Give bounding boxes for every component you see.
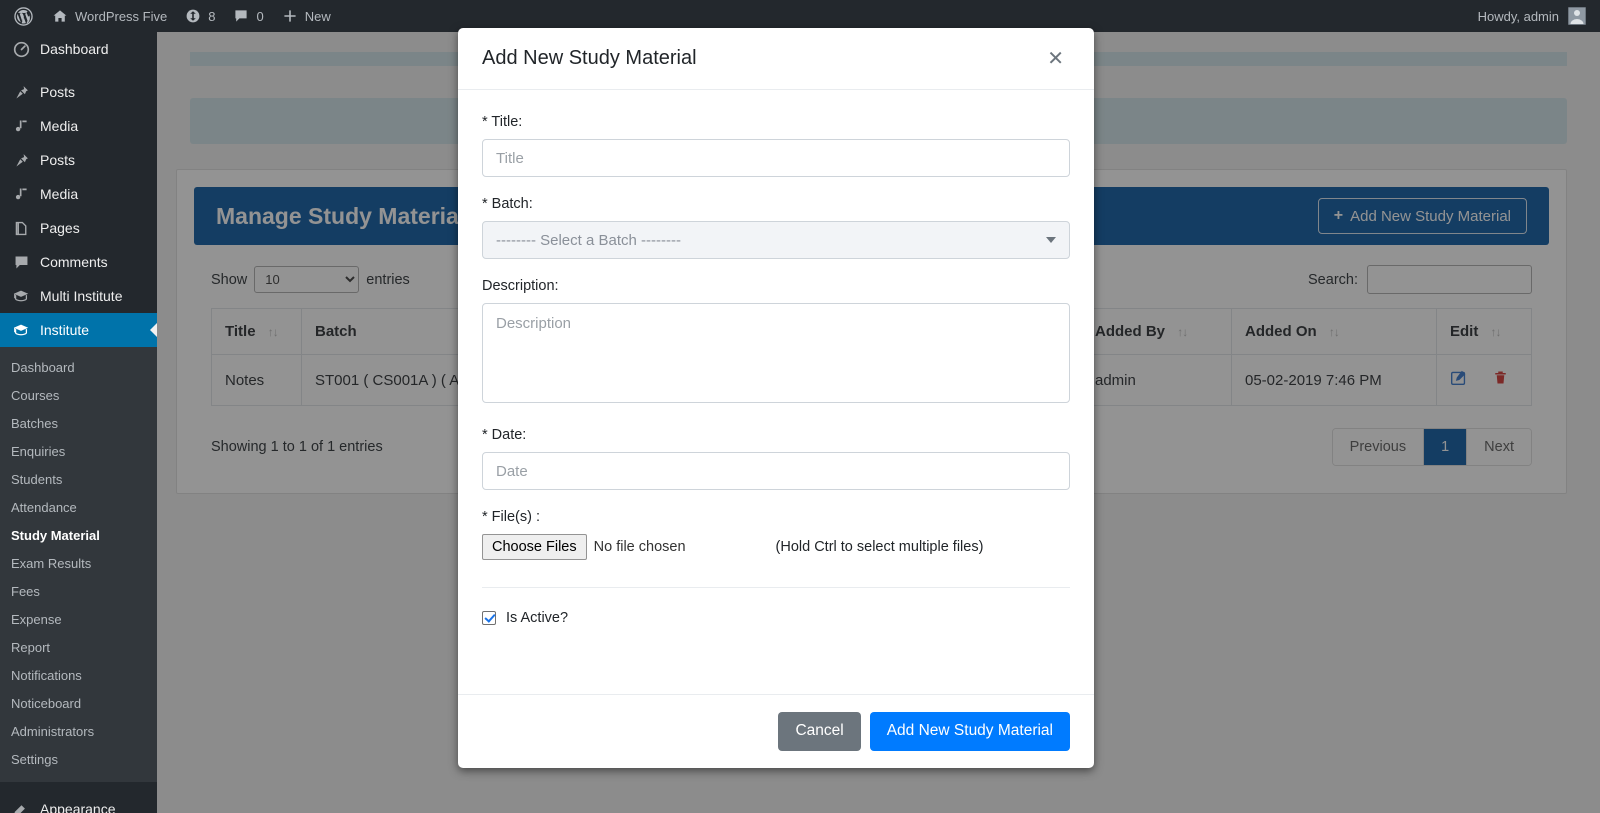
sidebar-item-courses[interactable]: Courses: [0, 382, 157, 410]
sidebar-item-settings[interactable]: Settings: [0, 746, 157, 774]
modal-footer: Cancel Add New Study Material: [458, 694, 1094, 768]
sidebar-item-notifications[interactable]: Notifications: [0, 662, 157, 690]
modal-body: * Title: * Batch: -------- Select a Batc…: [458, 90, 1094, 694]
sidebar-item-study-material[interactable]: Study Material: [0, 522, 157, 550]
files-hint: (Hold Ctrl to select multiple files): [775, 539, 984, 555]
batch-selected-value: -------- Select a Batch --------: [496, 231, 681, 249]
sidebar-item-posts[interactable]: Posts: [0, 75, 157, 109]
wordpress-logo-button[interactable]: [0, 0, 43, 32]
field-group-files: * File(s) : Choose Files No file chosen …: [482, 509, 1070, 560]
batch-label: * Batch:: [482, 196, 533, 212]
sidebar-item-label: Media: [40, 118, 79, 134]
sidebar-item-label: Dashboard: [40, 41, 109, 57]
sidebar-item-label: Institute: [40, 322, 90, 338]
comments-count: 0: [256, 8, 264, 24]
field-group-batch: * Batch: -------- Select a Batch -------…: [482, 196, 1070, 259]
site-name-label: WordPress Five: [75, 8, 168, 24]
sidebar-item-label: Multi Institute: [40, 288, 123, 304]
account-menu-button[interactable]: Howdy, admin: [1469, 0, 1600, 32]
current-menu-arrow-icon: [150, 322, 157, 338]
files-label: * File(s) :: [482, 509, 540, 525]
file-input-row: Choose Files No file chosen (Hold Ctrl t…: [482, 534, 1070, 560]
sidebar-item-report[interactable]: Report: [0, 634, 157, 662]
sidebar-item-fees[interactable]: Fees: [0, 578, 157, 606]
sidebar-item-attendance[interactable]: Attendance: [0, 494, 157, 522]
sidebar-item-appearance[interactable]: Appearance: [0, 792, 157, 813]
new-content-label: New: [304, 8, 331, 24]
field-group-date: * Date:: [482, 427, 1070, 490]
sidebar-item-label: Media: [40, 186, 79, 202]
sidebar-item-pages[interactable]: Pages: [0, 211, 157, 245]
comment-bubble-icon: [233, 8, 249, 24]
sidebar-item-dashboard[interactable]: Dashboard: [0, 32, 157, 66]
sidebar-item-label: Pages: [40, 220, 80, 236]
sidebar-item-dashboard-sub[interactable]: Dashboard: [0, 354, 157, 382]
sidebar-item-label: Posts: [40, 84, 76, 100]
sidebar-item-comments[interactable]: Comments: [0, 245, 157, 279]
updates-icon: [185, 8, 201, 24]
close-x-icon[interactable]: ✕: [1041, 45, 1070, 73]
pin-icon: [11, 152, 31, 169]
pages-icon: [11, 220, 31, 237]
howdy-label: Howdy, admin: [1477, 8, 1559, 24]
wordpress-icon: [14, 6, 33, 26]
choose-files-button[interactable]: Choose Files: [482, 534, 587, 560]
sidebar-item-batches[interactable]: Batches: [0, 410, 157, 438]
title-input[interactable]: [482, 139, 1070, 177]
add-study-material-modal: Add New Study Material ✕ * Title: * Batc…: [458, 28, 1094, 768]
field-group-title: * Title:: [482, 114, 1070, 177]
date-input[interactable]: [482, 452, 1070, 490]
is-active-row: Is Active?: [482, 610, 1070, 626]
is-active-label: Is Active?: [506, 610, 569, 626]
file-chosen-status: No file chosen: [593, 539, 686, 555]
admin-sidebar: Dashboard Posts Media Posts Media Pages: [0, 32, 157, 813]
graduation-cap-icon: [11, 321, 31, 339]
modal-title: Add New Study Material: [482, 47, 697, 69]
comments-button[interactable]: 0: [224, 0, 272, 32]
dashboard-icon: [11, 41, 31, 58]
sidebar-divider: [0, 66, 157, 75]
batch-select[interactable]: -------- Select a Batch --------: [482, 221, 1070, 259]
sidebar-item-exam-results[interactable]: Exam Results: [0, 550, 157, 578]
sidebar-item-administrators[interactable]: Administrators: [0, 718, 157, 746]
media-icon: [11, 186, 31, 203]
comment-bubble-icon: [11, 254, 31, 271]
sidebar-item-noticeboard[interactable]: Noticeboard: [0, 690, 157, 718]
sidebar-item-institute[interactable]: Institute: [0, 313, 157, 347]
submit-add-study-material-button[interactable]: Add New Study Material: [869, 712, 1070, 751]
updates-count: 8: [208, 8, 216, 24]
date-label: * Date:: [482, 427, 527, 443]
description-label: Description:: [482, 278, 559, 294]
sidebar-item-students[interactable]: Students: [0, 466, 157, 494]
sidebar-item-multi-institute[interactable]: Multi Institute: [0, 279, 157, 313]
sidebar-item-posts-2[interactable]: Posts: [0, 143, 157, 177]
modal-divider: [482, 587, 1070, 588]
home-icon: [52, 8, 68, 24]
sidebar-item-media[interactable]: Media: [0, 109, 157, 143]
plus-icon: [282, 8, 298, 24]
description-textarea[interactable]: [482, 303, 1070, 403]
institute-submenu: Dashboard Courses Batches Enquiries Stud…: [0, 347, 157, 782]
is-active-checkbox[interactable]: [482, 611, 496, 625]
sidebar-item-media-2[interactable]: Media: [0, 177, 157, 211]
field-group-description: Description:: [482, 278, 1070, 408]
sidebar-item-expense[interactable]: Expense: [0, 606, 157, 634]
updates-button[interactable]: 8: [176, 0, 224, 32]
sidebar-item-enquiries[interactable]: Enquiries: [0, 438, 157, 466]
cancel-button[interactable]: Cancel: [778, 712, 861, 751]
avatar-icon: [1568, 7, 1586, 25]
chevron-down-icon: [1046, 237, 1056, 243]
new-content-button[interactable]: New: [273, 0, 340, 32]
appearance-icon: [11, 801, 31, 813]
modal-header: Add New Study Material ✕: [458, 28, 1094, 90]
sidebar-item-label: Posts: [40, 152, 76, 168]
sidebar-bottom-group: Appearance: [0, 782, 157, 813]
site-name-button[interactable]: WordPress Five: [43, 0, 176, 32]
graduation-cap-icon: [11, 287, 31, 305]
media-icon: [11, 118, 31, 135]
pin-icon: [11, 84, 31, 101]
title-label: * Title:: [482, 114, 523, 130]
sidebar-item-label: Appearance: [40, 801, 116, 813]
sidebar-item-label: Comments: [40, 254, 108, 270]
